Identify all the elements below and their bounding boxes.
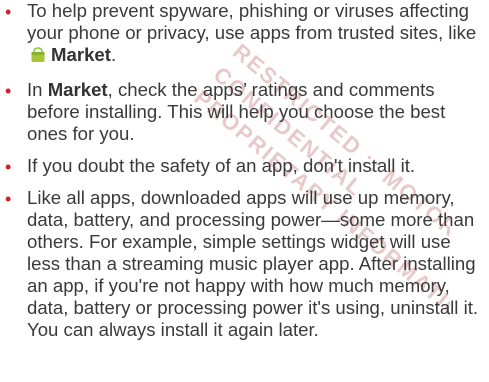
bullet-marker: • bbox=[5, 81, 12, 101]
tip-text: If you doubt the safety of an app, don't… bbox=[27, 155, 416, 176]
tip-text: To help prevent spyware, phishing or vir… bbox=[27, 0, 477, 43]
market-link-text: Market bbox=[51, 44, 111, 65]
bullet-marker: • bbox=[5, 2, 12, 22]
list-item: • If you doubt the safety of an app, don… bbox=[0, 155, 489, 177]
list-item: • In Market, check the apps’ ratings and… bbox=[0, 79, 489, 145]
market-icon bbox=[29, 46, 47, 69]
tip-text: Like all apps, downloaded apps will use … bbox=[27, 187, 479, 340]
safety-tips-list: • To help prevent spyware, phishing or v… bbox=[0, 0, 489, 341]
bullet-marker: • bbox=[5, 189, 12, 209]
list-item: • To help prevent spyware, phishing or v… bbox=[0, 0, 489, 69]
tip-text-end: . bbox=[110, 44, 117, 65]
bullet-marker: • bbox=[5, 157, 12, 177]
list-item: • Like all apps, downloaded apps will us… bbox=[0, 187, 489, 341]
market-link-text: Market bbox=[47, 79, 108, 100]
tip-text: In bbox=[27, 79, 43, 100]
